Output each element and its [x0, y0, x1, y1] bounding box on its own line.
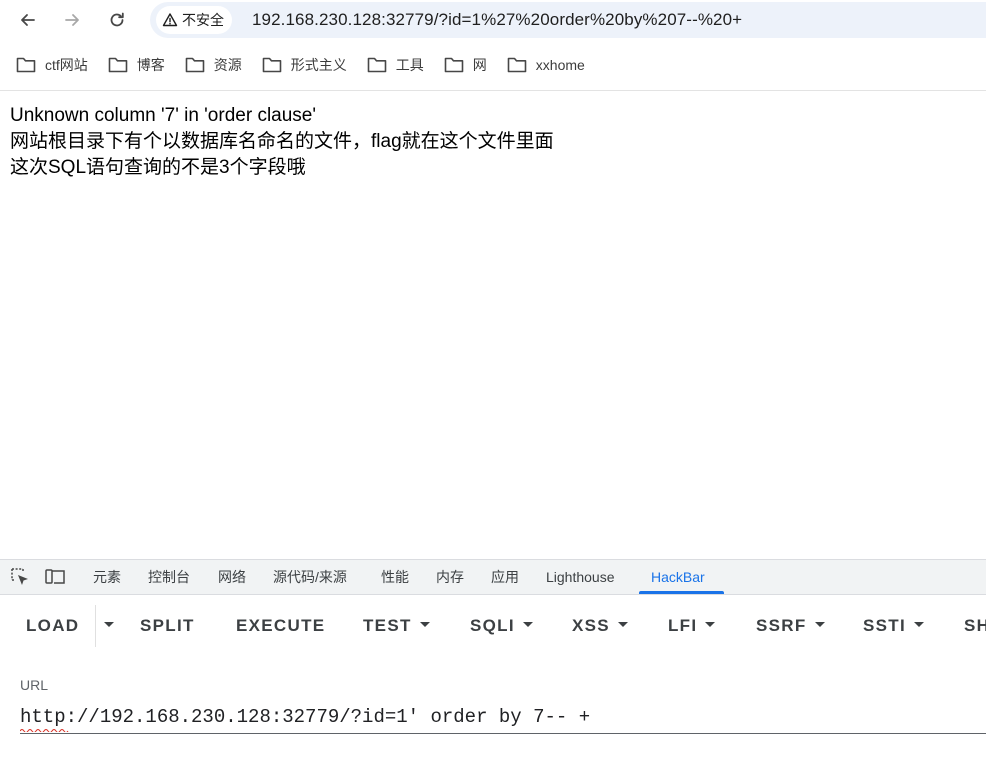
inspect-element-icon[interactable] [10, 567, 32, 587]
folder-icon [262, 57, 282, 73]
chevron-down-icon [419, 622, 430, 628]
tab-performance[interactable]: 性能 [381, 560, 409, 595]
address-bar-url[interactable]: 192.168.230.128:32779/?id=1%27%20order%2… [252, 10, 742, 30]
browser-toolbar: 不安全 192.168.230.128:32779/?id=1%27%20ord… [0, 0, 986, 40]
folder-icon [507, 57, 527, 73]
hackbar-url-value[interactable]: http://192.168.230.128:32779/?id=1' orde… [20, 706, 590, 728]
bookmark-label: ctf网站 [45, 57, 88, 73]
bookmark-ctf[interactable]: ctf网站 [16, 50, 98, 80]
error-message: Unknown column '7' in 'order clause' [10, 105, 316, 126]
ssti-menu-button[interactable]: SSTI [863, 615, 924, 637]
hint-line: 这次SQL语句查询的不是3个字段哦 [10, 157, 306, 178]
active-tab-indicator [639, 591, 724, 594]
device-toolbar-icon[interactable] [44, 567, 66, 587]
warning-triangle-icon [162, 13, 178, 27]
folder-icon [16, 57, 36, 73]
chevron-down-icon [104, 622, 114, 628]
lfi-menu-label: LFI [668, 616, 698, 635]
bookmark-label: 网 [472, 57, 487, 73]
bookmark-resources[interactable]: 资源 [185, 50, 252, 80]
folder-icon [444, 57, 464, 73]
address-bar[interactable]: 不安全 192.168.230.128:32779/?id=1%27%20ord… [150, 2, 986, 38]
ssrf-menu-button[interactable]: SSRF [756, 615, 825, 637]
forward-arrow-icon [65, 14, 79, 26]
test-menu-button[interactable]: TEST [363, 615, 430, 637]
reload-button[interactable] [101, 4, 133, 36]
spellcheck-underline [20, 729, 69, 732]
hackbar-toolbar: LOAD SPLIT EXECUTE TEST SQLI XSS LFI SSR… [0, 595, 986, 657]
xss-menu-button[interactable]: XSS [572, 615, 628, 637]
chevron-down-icon [814, 622, 825, 628]
execute-button[interactable]: EXECUTE [236, 615, 325, 637]
chevron-down-icon [914, 622, 924, 628]
devtools-tab-bar: 元素 控制台 网络 源代码/来源 性能 内存 应用 Lighthouse Hac… [0, 560, 986, 595]
bookmarks-bar: ctf网站 博客 资源 形式主义 工具 网 xxhome [0, 48, 605, 82]
tab-elements[interactable]: 元素 [93, 560, 121, 595]
tab-memory[interactable]: 内存 [436, 560, 464, 595]
bookmark-net[interactable]: 网 [444, 50, 497, 80]
tab-hackbar[interactable]: HackBar [651, 560, 705, 595]
bookmark-label: xxhome [535, 57, 585, 73]
ssti-menu-label: SSTI [863, 616, 906, 635]
chevron-down-icon [522, 622, 533, 628]
sqli-menu-label: SQLI [470, 616, 515, 635]
tab-network[interactable]: 网络 [218, 560, 246, 595]
url-label: URL [20, 677, 49, 693]
tab-lighthouse[interactable]: Lighthouse [546, 560, 615, 595]
load-button[interactable]: LOAD [26, 615, 79, 637]
hint-line: 网站根目录下有个以数据库名命名的文件，flag就在这个文件里面 [10, 131, 554, 152]
folder-icon [108, 57, 128, 73]
hackbar-url-input[interactable]: http://192.168.230.128:32779/?id=1' orde… [20, 702, 986, 734]
xss-menu-label: XSS [572, 616, 610, 635]
load-dropdown-button[interactable] [96, 615, 114, 637]
bookmark-label: 形式主义 [290, 57, 347, 73]
bookmark-label: 资源 [213, 57, 242, 73]
bookmark-tools[interactable]: 工具 [367, 50, 434, 80]
bookmarks-divider [0, 90, 986, 91]
split-button[interactable]: SPLIT [140, 615, 195, 637]
forward-button[interactable] [56, 4, 88, 36]
bookmark-label: 工具 [395, 57, 424, 73]
tab-application[interactable]: 应用 [491, 560, 519, 595]
security-chip[interactable]: 不安全 [156, 6, 232, 34]
page-content: Unknown column '7' in 'order clause' 网站根… [10, 103, 970, 181]
ssrf-menu-label: SSRF [756, 616, 807, 635]
chevron-down-icon [617, 622, 628, 628]
devtools-panel: 元素 控制台 网络 源代码/来源 性能 内存 应用 Lighthouse Hac… [0, 559, 986, 769]
test-menu-label: TEST [363, 616, 412, 635]
bookmark-xxhome[interactable]: xxhome [507, 50, 595, 80]
lfi-menu-button[interactable]: LFI [668, 615, 716, 637]
bookmark-formalism[interactable]: 形式主义 [262, 50, 357, 80]
sqli-menu-button[interactable]: SQLI [470, 615, 533, 637]
folder-icon [185, 57, 205, 73]
bookmark-blog[interactable]: 博客 [108, 50, 175, 80]
back-button[interactable] [12, 4, 44, 36]
security-label: 不安全 [182, 12, 224, 28]
reload-icon [110, 12, 124, 27]
folder-icon [367, 57, 387, 73]
tab-sources[interactable]: 源代码/来源 [273, 560, 347, 595]
back-arrow-icon [21, 14, 35, 26]
bookmark-label: 博客 [136, 57, 165, 73]
chevron-down-icon [705, 622, 716, 628]
shell-menu-button[interactable]: SH [964, 615, 986, 637]
tab-console[interactable]: 控制台 [148, 560, 190, 595]
